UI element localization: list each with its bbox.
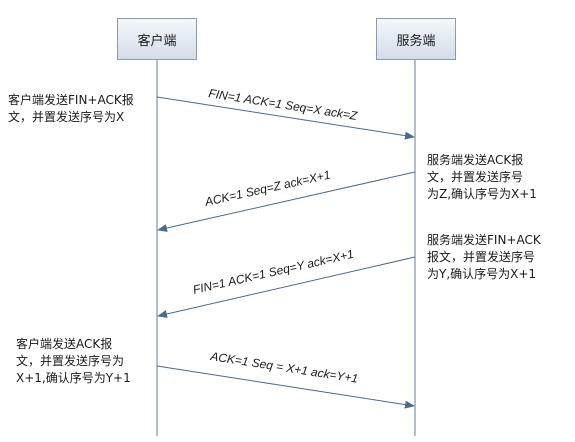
note-line: X+1,确认序号为Y+1 [16,371,131,385]
note-line: 文，并置发送序号 [427,170,524,184]
note-line: 文，并置发送序号为 [16,354,125,368]
note-line: 客户端发送ACK报 [16,337,113,351]
note-server-fin: 服务端发送FIN+ACK 报文，并置发送序号 为Y,确认序号为X+1 [427,232,541,283]
client-actor-box: 客户端 [117,18,197,60]
note-line: 服务端发送ACK报 [427,153,524,167]
message-label-1: FIN=1 ACK=1 Seq=X ack=Z [208,86,359,123]
note-line: 为Z,确认序号为X+1 [427,187,537,201]
note-line: 文，并置发送序号为X [8,110,125,124]
note-line: 为Y,确认序号为X+1 [427,267,537,281]
server-actor-box: 服务端 [376,18,456,60]
note-line: 客户端发送FIN+ACK报 [8,93,134,107]
sequence-diagram: FIN=1 ACK=1 Seq=X ack=Z ACK=1 Seq=Z ack=… [0,0,575,442]
note-line: 服务端发送FIN+ACK [427,233,541,247]
message-label-4: ACK=1 Seq = X+1 ack=Y+1 [209,349,359,386]
note-line: 报文，并置发送序号 [427,250,536,264]
message-label-2: ACK=1 Seq=Z ack=X+1 [203,168,332,210]
note-server-ack: 服务端发送ACK报 文，并置发送序号 为Z,确认序号为X+1 [427,152,537,203]
note-client-fin: 客户端发送FIN+ACK报 文，并置发送序号为X [8,92,134,126]
note-client-ack: 客户端发送ACK报 文，并置发送序号为 X+1,确认序号为Y+1 [16,336,131,387]
